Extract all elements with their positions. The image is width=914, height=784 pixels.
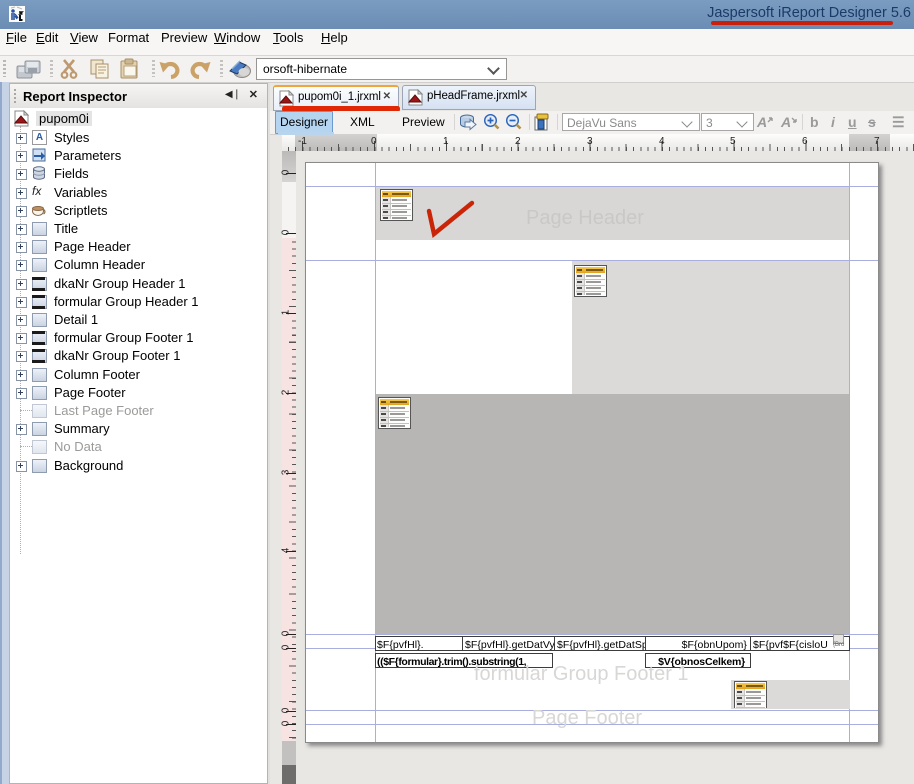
svg-text:A: A: [756, 114, 767, 129]
svg-text:A: A: [780, 114, 791, 129]
